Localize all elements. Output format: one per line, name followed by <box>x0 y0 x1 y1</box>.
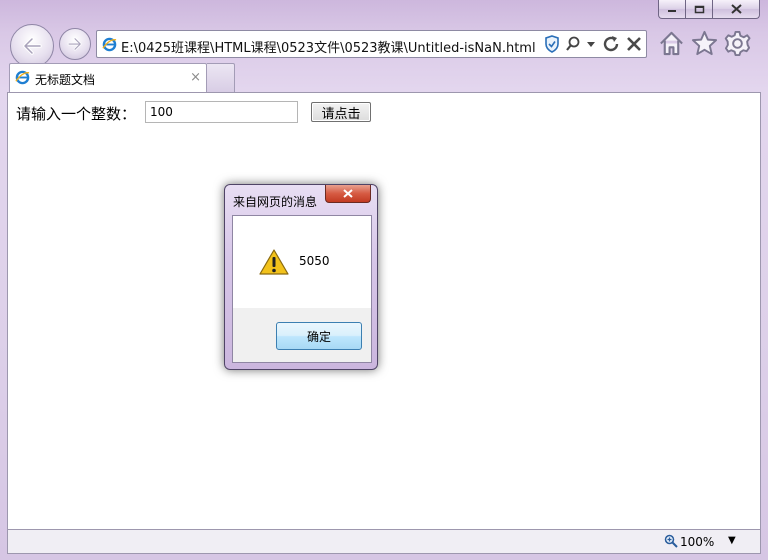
favorites-star-icon[interactable] <box>691 30 718 57</box>
dialog-body: 5050 确定 <box>232 215 372 363</box>
dialog-close-button[interactable] <box>325 185 371 203</box>
integer-input[interactable] <box>145 101 298 123</box>
ie-page-icon <box>102 37 117 52</box>
zoom-icon[interactable] <box>664 534 678 548</box>
back-arrow-icon <box>23 37 42 55</box>
tab-title: 无标题文档 <box>35 73 96 87</box>
refresh-icon[interactable] <box>602 35 620 53</box>
home-icon[interactable] <box>658 30 685 57</box>
address-text: E:\0425班课程\HTML课程\0523文件\0523教课\Untitled… <box>121 41 536 56</box>
back-button[interactable] <box>10 24 54 68</box>
tab-close-icon[interactable]: × <box>190 70 201 85</box>
alert-dialog: 来自网页的消息 5050 确定 <box>224 184 378 370</box>
page-content: 请输入一个整数： 请点击 <box>7 92 761 530</box>
minimize-icon <box>668 10 676 12</box>
ie-tab-icon <box>15 70 30 85</box>
dialog-message: 5050 <box>299 254 330 268</box>
search-icon[interactable] <box>566 36 580 52</box>
window-caption-buttons <box>658 0 760 19</box>
forward-button[interactable] <box>59 28 91 60</box>
dropdown-arrow-icon[interactable] <box>586 40 596 48</box>
close-icon <box>730 4 742 14</box>
maximize-button[interactable] <box>686 0 713 19</box>
dialog-message-area: 5050 <box>233 216 371 308</box>
warning-icon <box>259 249 289 275</box>
submit-button[interactable]: 请点击 <box>311 102 371 122</box>
new-tab-button[interactable] <box>207 63 235 92</box>
stop-icon[interactable] <box>626 36 642 52</box>
status-bar: 100% ▼ <box>7 530 761 554</box>
dialog-title: 来自网页的消息 <box>233 195 318 209</box>
integer-prompt-label: 请输入一个整数： <box>16 105 137 123</box>
gear-icon[interactable] <box>724 30 751 57</box>
forward-arrow-icon <box>67 37 82 51</box>
zoom-dropdown-arrow-icon[interactable]: ▼ <box>728 535 736 546</box>
tab-current[interactable]: 无标题文档 × <box>9 63 207 92</box>
minimize-button[interactable] <box>658 0 686 19</box>
zoom-level[interactable]: 100% <box>680 535 714 549</box>
address-bar[interactable]: E:\0425班课程\HTML课程\0523文件\0523教课\Untitled… <box>96 30 647 58</box>
ok-button[interactable]: 确定 <box>276 322 362 350</box>
toolbar-icons <box>658 30 751 57</box>
maximize-icon <box>694 5 704 13</box>
close-icon <box>343 189 353 198</box>
dialog-button-area: 确定 <box>233 308 371 362</box>
close-window-button[interactable] <box>713 0 760 19</box>
shield-icon[interactable] <box>544 35 560 53</box>
